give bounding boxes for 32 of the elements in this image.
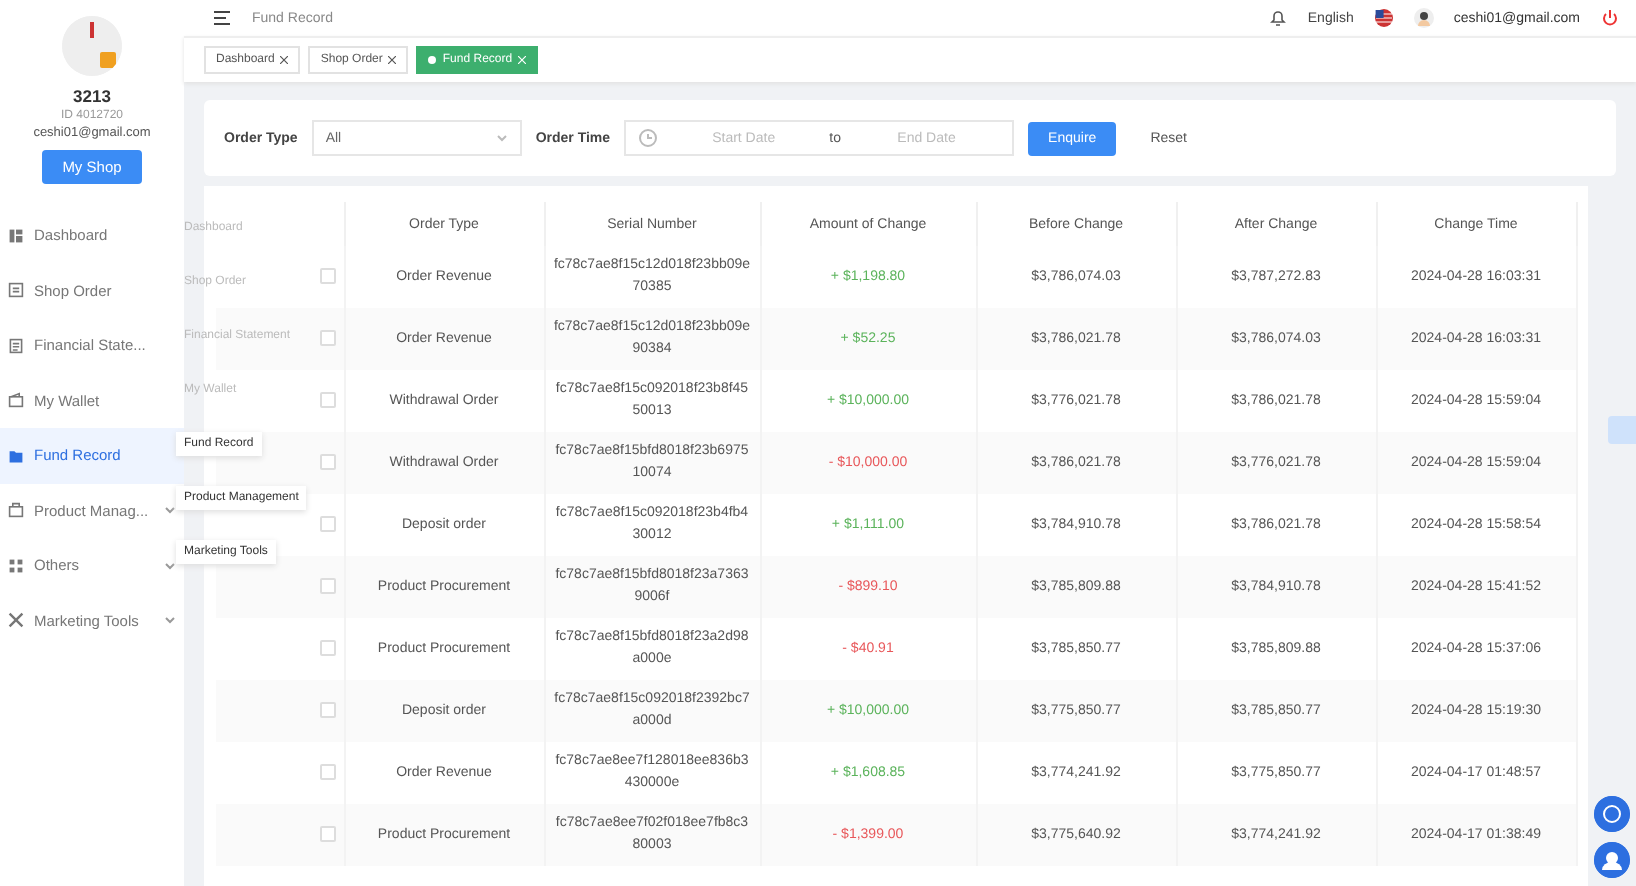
close-icon[interactable] <box>280 56 289 64</box>
dashboard-icon <box>8 227 24 244</box>
clock-icon <box>638 128 659 148</box>
close-icon[interactable] <box>388 56 397 64</box>
checkbox[interactable] <box>319 763 335 779</box>
chevron-icon <box>164 614 176 627</box>
checkbox[interactable] <box>319 825 335 841</box>
chevron-icon <box>164 559 176 572</box>
grid-icon <box>8 557 24 574</box>
checkbox[interactable] <box>319 267 335 283</box>
checkbox[interactable] <box>319 329 335 345</box>
bell-icon[interactable] <box>1267 8 1288 28</box>
list-icon <box>8 282 24 299</box>
checkbox[interactable] <box>319 577 335 593</box>
document-icon <box>8 337 24 354</box>
user-avatar-icon[interactable] <box>1413 8 1434 28</box>
checkbox[interactable] <box>319 453 335 469</box>
support-agent-icon[interactable] <box>1594 842 1630 878</box>
checkbox[interactable] <box>319 515 335 531</box>
settings-tab[interactable] <box>1608 416 1636 444</box>
checkbox[interactable] <box>319 639 335 655</box>
chevron-icon <box>495 132 508 144</box>
checkbox[interactable] <box>319 391 335 407</box>
power-icon[interactable] <box>1600 8 1620 28</box>
checkbox[interactable] <box>319 701 335 717</box>
folder-icon <box>8 447 24 464</box>
box-icon <box>8 502 24 519</box>
flag-icon[interactable] <box>1373 8 1394 28</box>
wallet-icon <box>8 392 24 409</box>
chevron-icon <box>164 504 176 517</box>
profile-name: 3213 <box>73 86 111 106</box>
menu-icon[interactable] <box>212 8 232 28</box>
